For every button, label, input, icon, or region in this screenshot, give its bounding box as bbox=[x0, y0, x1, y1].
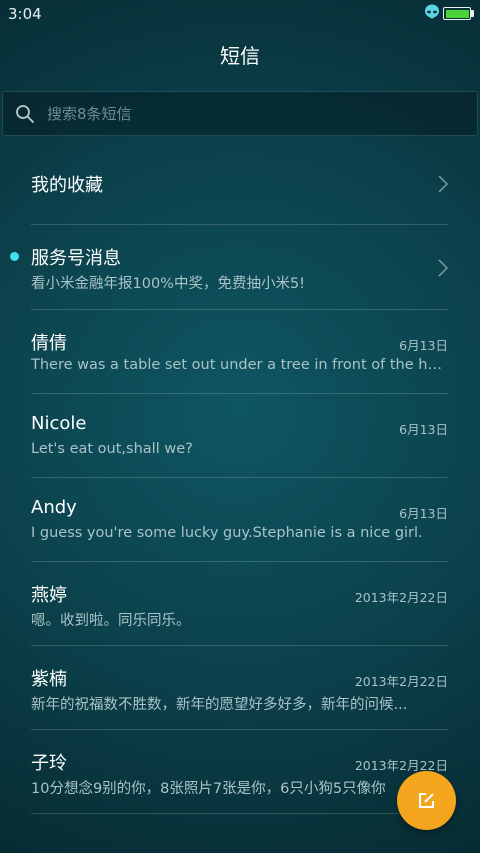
conversation-preview: 新年的祝福数不胜数，新年的愿望好多好多，新年的问候... bbox=[31, 697, 408, 713]
conversation-row[interactable]: 倩倩 6月13日 There was a table set out under… bbox=[0, 310, 480, 394]
conversation-row[interactable]: Andy 6月13日 I guess you're some lucky guy… bbox=[0, 478, 480, 562]
status-bar: 3:04 bbox=[0, 0, 480, 28]
battery-level bbox=[445, 9, 469, 18]
favorites-label: 我的收藏 bbox=[31, 175, 103, 196]
conversation-preview: 10分想念9别的你，8张照片7张是你，6只小狗5只像你 bbox=[31, 781, 386, 797]
conversation-date: 2013年2月22日 bbox=[354, 674, 448, 689]
conversation-preview: There was a table set out under a tree i… bbox=[31, 357, 445, 373]
search-box[interactable] bbox=[2, 91, 478, 136]
search-input[interactable] bbox=[47, 101, 447, 127]
battery-icon bbox=[443, 7, 471, 20]
compose-button[interactable] bbox=[397, 771, 456, 830]
compose-icon bbox=[419, 793, 434, 808]
favorites-row[interactable]: 我的收藏 bbox=[0, 140, 480, 224]
status-time: 3:04 bbox=[8, 5, 42, 23]
alien-icon bbox=[425, 4, 439, 19]
conversation-name: 紫楠 bbox=[31, 669, 67, 690]
divider bbox=[31, 813, 448, 814]
conversation-date: 6月13日 bbox=[399, 506, 448, 521]
conversation-name: 燕婷 bbox=[31, 585, 67, 606]
service-messages-row[interactable]: 服务号消息 看小米金融年报100%中奖，免费抽小米5! bbox=[0, 225, 480, 309]
conversation-preview: 嗯。收到啦。同乐同乐。 bbox=[31, 613, 191, 629]
conversation-name: 倩倩 bbox=[31, 333, 67, 354]
chevron-right-icon bbox=[438, 175, 448, 193]
conversation-date: 2013年2月22日 bbox=[354, 590, 448, 605]
conversation-row[interactable]: 燕婷 2013年2月22日 嗯。收到啦。同乐同乐。 bbox=[0, 562, 480, 646]
unread-dot bbox=[10, 252, 19, 261]
conversation-row[interactable]: Nicole 6月13日 Let's eat out,shall we? bbox=[0, 394, 480, 478]
conversation-date: 6月13日 bbox=[399, 338, 448, 353]
battery-cap bbox=[471, 10, 474, 17]
conversation-name: 服务号消息 bbox=[31, 248, 121, 269]
conversation-name: Andy bbox=[31, 497, 77, 518]
conversation-preview: Let's eat out,shall we? bbox=[31, 441, 193, 457]
conversation-name: Nicole bbox=[31, 413, 87, 434]
conversation-date: 6月13日 bbox=[399, 422, 448, 437]
search-icon bbox=[16, 105, 34, 123]
conversation-name: 子玲 bbox=[31, 753, 67, 774]
chevron-right-icon bbox=[438, 259, 448, 277]
conversation-preview: I guess you're some lucky guy.Stephanie … bbox=[31, 525, 423, 541]
conversation-row[interactable]: 紫楠 2013年2月22日 新年的祝福数不胜数，新年的愿望好多好多，新年的问候.… bbox=[0, 646, 480, 730]
page-title: 短信 bbox=[220, 44, 260, 68]
conversation-preview: 看小米金融年报100%中奖，免费抽小米5! bbox=[31, 276, 305, 292]
